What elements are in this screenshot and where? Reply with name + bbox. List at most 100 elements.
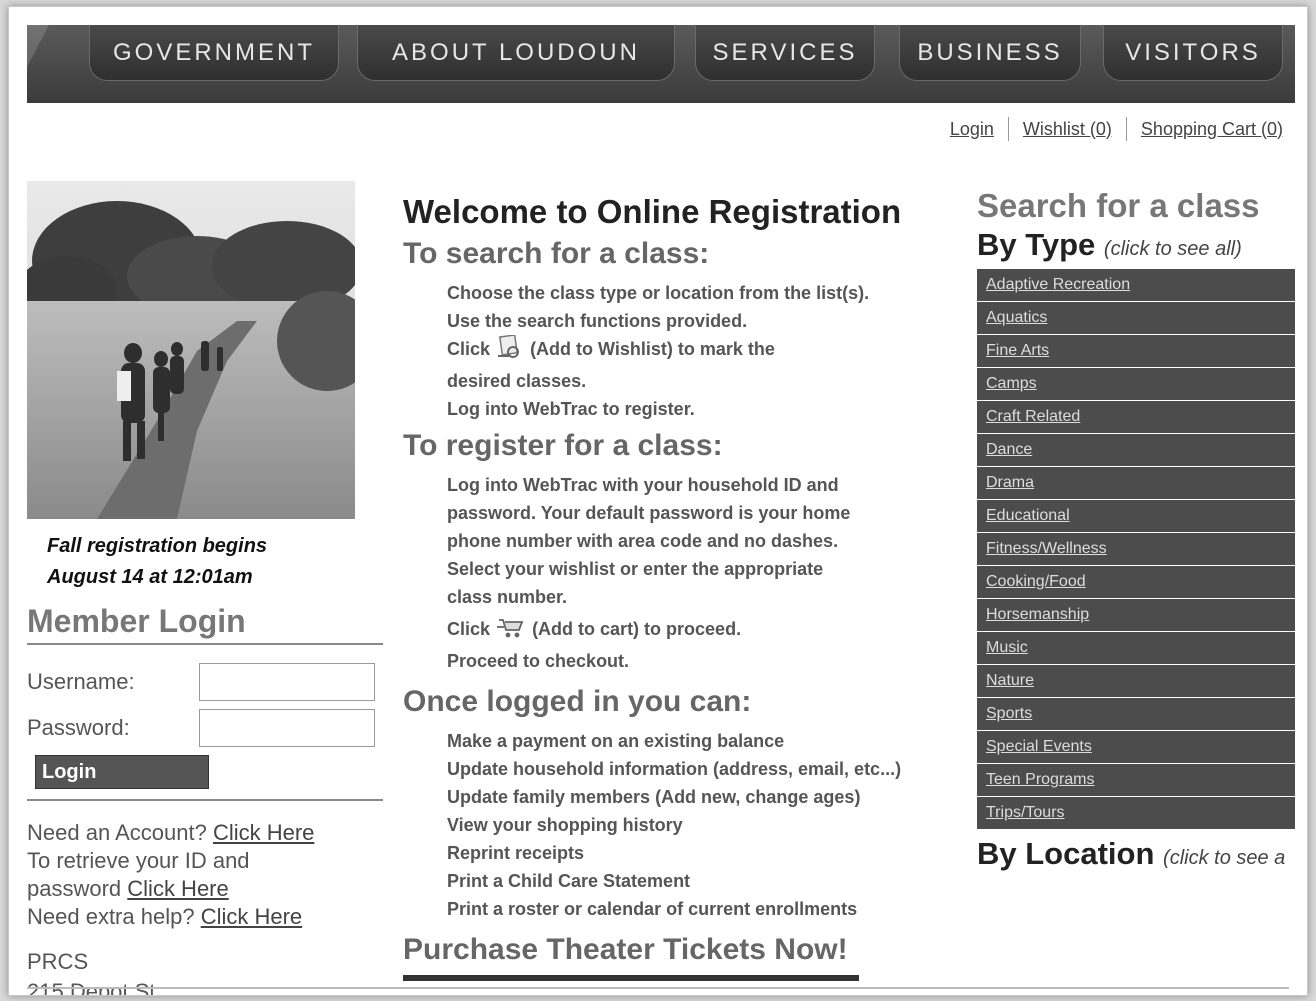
extra-help-link[interactable]: Click Here	[201, 904, 302, 929]
retrieve-text: To retrieve your ID and	[27, 848, 250, 873]
class-type-link[interactable]: Dance	[986, 441, 1032, 459]
step-text: Select your wishlist or enter the approp…	[447, 559, 824, 579]
class-type-item[interactable]: Educational	[977, 500, 1295, 533]
class-type-link[interactable]: Drama	[986, 474, 1034, 492]
tab-visitors[interactable]: VISITORS	[1103, 25, 1283, 81]
class-type-link[interactable]: Craft Related	[986, 408, 1080, 426]
logged-in-heading: Once logged in you can:	[403, 685, 752, 718]
class-search-panel: Search for a class By Type (click to see…	[977, 187, 1307, 872]
class-type-link[interactable]: Special Events	[986, 738, 1092, 756]
step-text: Log into WebTrac to register.	[447, 399, 695, 419]
class-type-item[interactable]: Dance	[977, 434, 1295, 467]
step-text: Use the search functions provided.	[447, 311, 748, 331]
feature-item: Print a roster or calendar of current en…	[447, 899, 858, 919]
feature-item: Update family members (Add new, change a…	[447, 787, 861, 807]
main-content: Welcome to Online Registration To search…	[403, 193, 963, 981]
cart-icon	[497, 617, 525, 647]
class-type-link[interactable]: Fine Arts	[986, 342, 1049, 360]
password-input[interactable]	[199, 709, 375, 747]
login-button[interactable]: Login	[35, 755, 209, 789]
class-type-item[interactable]: Special Events	[977, 731, 1295, 764]
class-type-item[interactable]: Sports	[977, 698, 1295, 731]
step-text: Log into WebTrac with your household ID …	[447, 475, 839, 495]
class-type-item[interactable]: Camps	[977, 368, 1295, 401]
class-type-link[interactable]: Sports	[986, 705, 1032, 723]
theater-tickets-heading[interactable]: Purchase Theater Tickets Now!	[403, 933, 963, 967]
by-type-label[interactable]: By Type	[977, 227, 1095, 262]
step-text: Proceed to checkout.	[447, 651, 630, 671]
class-type-link[interactable]: Music	[986, 639, 1028, 657]
class-type-item[interactable]: Horsemanship	[977, 599, 1295, 632]
class-type-item[interactable]: Drama	[977, 467, 1295, 500]
feature-item: Print a Child Care Statement	[447, 871, 691, 891]
by-type-hint: (click to see all)	[1103, 238, 1242, 260]
retrieve-text-2: password	[27, 876, 122, 901]
class-type-link[interactable]: Trips/Tours	[986, 804, 1065, 822]
page-title: Welcome to Online Registration	[403, 193, 902, 230]
class-type-item[interactable]: Teen Programs	[977, 764, 1295, 797]
class-type-item[interactable]: Cooking/Food	[977, 566, 1295, 599]
feature-item: View your shopping history	[447, 815, 683, 835]
class-type-item[interactable]: Trips/Tours	[977, 797, 1295, 830]
username-input[interactable]	[199, 663, 375, 701]
class-type-item[interactable]: Craft Related	[977, 401, 1295, 434]
username-label: Username:	[27, 669, 135, 694]
class-type-link[interactable]: Educational	[986, 507, 1070, 525]
class-type-item[interactable]: Fitness/Wellness	[977, 533, 1295, 566]
class-type-list: Adaptive Recreation Aquatics Fine Arts C…	[977, 269, 1295, 830]
top-navigation-bar: GOVERNMENT ABOUT LOUDOUN SERVICES BUSINE…	[27, 25, 1295, 103]
theater-banner[interactable]	[403, 975, 859, 981]
tab-business[interactable]: BUSINESS	[899, 25, 1081, 81]
extra-help-text: Need extra help?	[27, 904, 195, 929]
class-type-link[interactable]: Cooking/Food	[986, 573, 1086, 591]
by-location-heading[interactable]: By Location (click to see a	[977, 836, 1307, 872]
wishlist-icon	[497, 334, 523, 367]
by-location-hint: (click to see a	[1163, 847, 1286, 869]
create-account-link[interactable]: Click Here	[213, 820, 314, 845]
search-steps: Choose the class type or location from t…	[447, 279, 963, 423]
register-heading: To register for a class:	[403, 429, 723, 462]
step-text: (Add to Wishlist) to mark the	[530, 339, 775, 359]
wishlist-link[interactable]: Wishlist (0)	[1023, 119, 1112, 140]
tab-services[interactable]: SERVICES	[695, 25, 875, 81]
login-link[interactable]: Login	[950, 119, 994, 140]
by-type-heading[interactable]: By Type (click to see all)	[977, 227, 1307, 269]
class-type-link[interactable]: Adaptive Recreation	[986, 276, 1130, 294]
class-type-item[interactable]: Nature	[977, 665, 1295, 698]
by-location-label[interactable]: By Location	[977, 836, 1154, 871]
step-text: Choose the class type or location from t…	[447, 283, 870, 303]
logged-in-features: Make a payment on an existing balance Up…	[447, 727, 963, 923]
class-type-item[interactable]: Music	[977, 632, 1295, 665]
tab-about-loudoun[interactable]: ABOUT LOUDOUN	[357, 25, 675, 81]
tab-government[interactable]: GOVERNMENT	[89, 25, 339, 81]
class-type-link[interactable]: Nature	[986, 672, 1034, 690]
feature-item: Reprint receipts	[447, 843, 585, 863]
search-heading: To search for a class:	[403, 237, 710, 270]
account-links: Login Wishlist (0) Shopping Cart (0)	[950, 117, 1283, 141]
step-text: class number.	[447, 587, 568, 607]
need-account-text: Need an Account?	[27, 820, 207, 845]
divider	[1007, 117, 1009, 141]
class-type-link[interactable]: Aquatics	[986, 309, 1047, 327]
shopping-cart-link[interactable]: Shopping Cart (0)	[1141, 119, 1283, 140]
step-text: desired classes.	[447, 371, 587, 391]
password-label: Password:	[27, 715, 130, 740]
search-panel-title: Search for a class	[977, 187, 1260, 224]
class-type-item[interactable]: Fine Arts	[977, 335, 1295, 368]
class-type-link[interactable]: Teen Programs	[986, 771, 1095, 789]
retrieve-id-link[interactable]: Click Here	[127, 876, 228, 901]
feature-item: Update household information (address, e…	[447, 759, 902, 779]
step-text: Click	[447, 339, 491, 359]
divider	[1125, 117, 1127, 141]
class-type-link[interactable]: Camps	[986, 375, 1037, 393]
class-type-link[interactable]: Fitness/Wellness	[986, 540, 1107, 558]
nav-corner-notch	[27, 25, 49, 67]
step-text: (Add to cart) to proceed.	[532, 619, 742, 639]
announcement-line-1: Fall registration begins	[47, 535, 268, 557]
step-text: Click	[447, 619, 491, 639]
class-type-item[interactable]: Aquatics	[977, 302, 1295, 335]
register-steps: Log into WebTrac with your household ID …	[447, 471, 963, 675]
class-type-item[interactable]: Adaptive Recreation	[977, 269, 1295, 302]
account-help: Need an Account? Click Here To retrieve …	[27, 819, 314, 931]
class-type-link[interactable]: Horsemanship	[986, 606, 1089, 624]
